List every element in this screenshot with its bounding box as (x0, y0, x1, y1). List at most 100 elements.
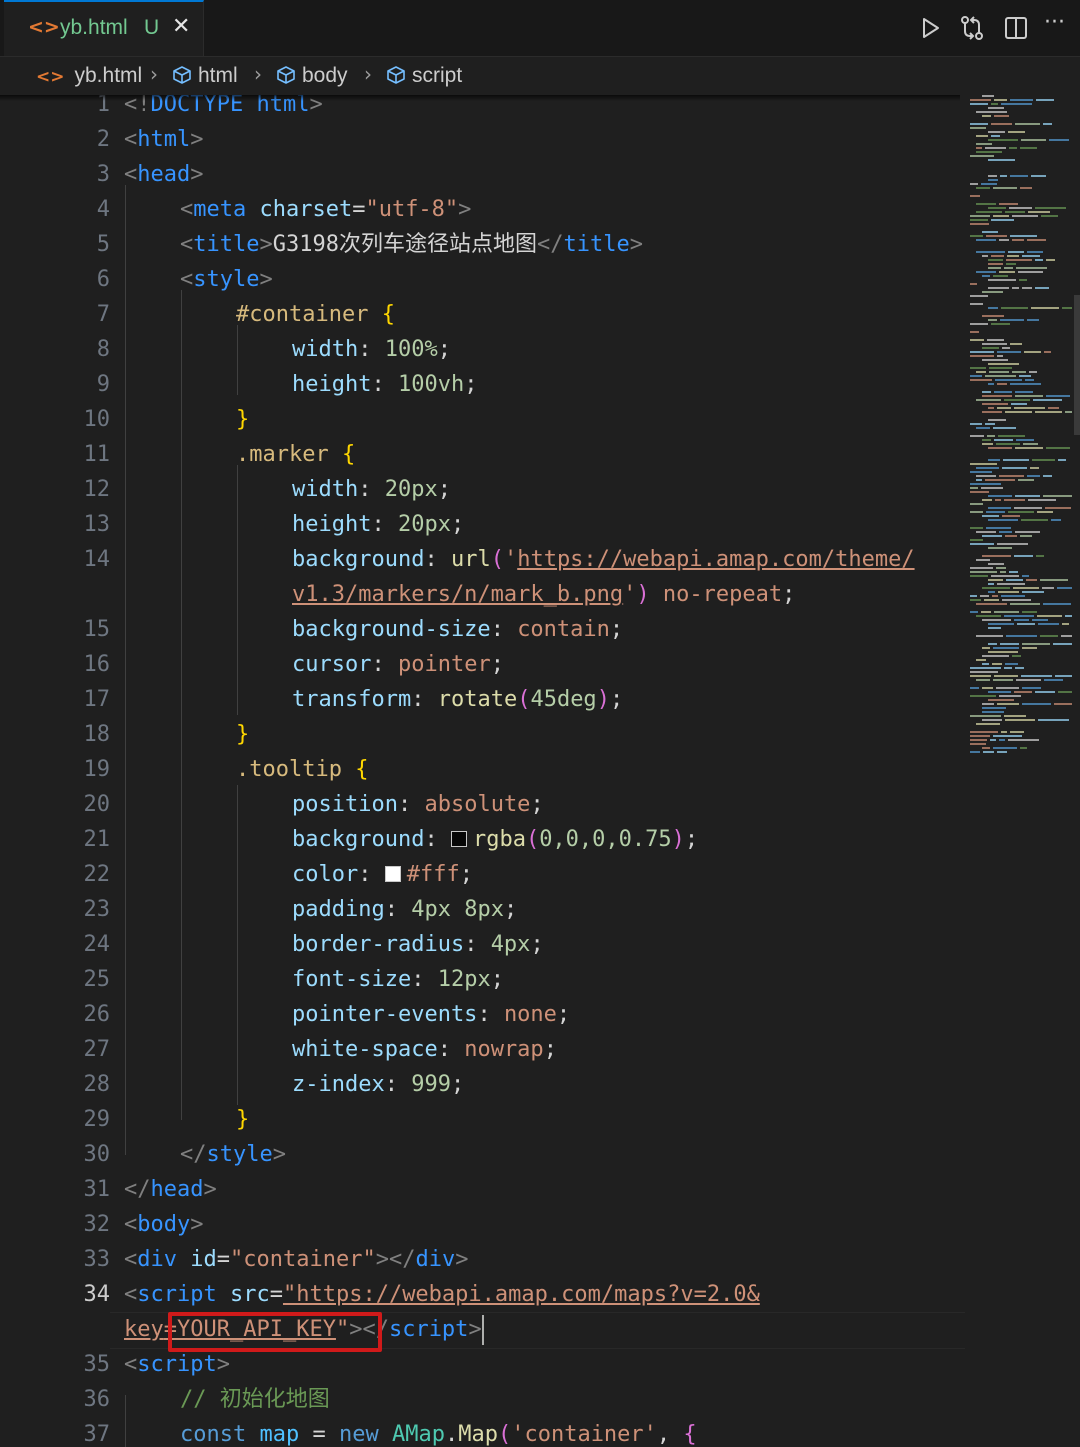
line-number: 22 (83, 862, 111, 887)
code-token: title (193, 232, 260, 257)
minimap-line (988, 279, 1016, 281)
color-swatch-icon[interactable] (450, 831, 467, 847)
minimap[interactable] (964, 95, 1080, 1447)
code-line[interactable]: v1.3/markers/n/mark_b.png') no-repeat; (292, 577, 795, 612)
code-line[interactable]: padding: 4px 8px; (292, 892, 517, 927)
code-line[interactable]: height: 100vh; (292, 367, 477, 402)
minimap-line (1021, 139, 1046, 141)
code-line[interactable]: pointer-events: none; (292, 997, 570, 1032)
breadcrumb-item-html[interactable]: html (172, 64, 238, 88)
code-line[interactable]: height: 20px; (292, 507, 464, 542)
tab-filename[interactable]: yb.html (60, 16, 128, 40)
vertical-scrollbar[interactable] (1074, 95, 1080, 1447)
code-token: > (190, 127, 204, 152)
code-line[interactable]: position: absolute; (292, 787, 544, 822)
code-line[interactable]: transform: rotate(45deg); (292, 682, 623, 717)
minimap-line (1004, 267, 1013, 269)
code-line[interactable]: const map = new AMap.Map('container', { (180, 1417, 697, 1447)
minimap-line (970, 303, 983, 305)
line-number: 35 (83, 1352, 111, 1377)
code-line[interactable]: </style> (180, 1137, 286, 1172)
code-line[interactable]: <script> (124, 1347, 230, 1382)
minimap-line (1020, 747, 1027, 749)
code-line[interactable]: z-index: 999; (292, 1067, 464, 1102)
compare-changes-icon[interactable] (958, 14, 986, 42)
more-actions-icon[interactable]: ··· (1044, 10, 1072, 38)
minimap-line (1020, 187, 1032, 189)
minimap-line (991, 323, 1010, 325)
code-token: > (259, 232, 273, 257)
code-line[interactable]: #container { (236, 297, 395, 332)
minimap-line (980, 595, 989, 597)
minimap-line (991, 575, 1019, 577)
code-line[interactable]: // 初始化地图 (180, 1382, 330, 1417)
color-swatch-icon[interactable] (384, 866, 401, 882)
code-line[interactable]: } (236, 1102, 249, 1137)
code-token: transform (292, 687, 412, 712)
code-line[interactable]: .marker { (236, 437, 355, 472)
close-icon[interactable]: ✕ (172, 14, 190, 39)
code-line[interactable]: background: url('https://webapi.amap.com… (292, 542, 915, 577)
code-line[interactable]: <script src="https://webapi.amap.com/map… (124, 1277, 760, 1312)
breadcrumb-item-body[interactable]: body (276, 64, 348, 88)
code-line[interactable]: } (236, 717, 249, 752)
code-line[interactable]: </head> (124, 1172, 217, 1207)
code-token: > (259, 267, 273, 292)
minimap-line (982, 115, 991, 117)
scrollbar-thumb[interactable] (1074, 295, 1080, 435)
code-line[interactable]: width: 20px; (292, 472, 451, 507)
code-line[interactable]: color: #fff; (292, 857, 473, 892)
code-token: src (229, 1282, 270, 1307)
code-token: charset (259, 197, 353, 222)
minimap-line (1019, 375, 1031, 377)
code-line[interactable]: font-size: 12px; (292, 962, 504, 997)
split-editor-icon[interactable] (1002, 14, 1030, 42)
code-line[interactable]: border-radius: 4px; (292, 927, 544, 962)
minimap-line (992, 595, 998, 597)
code-line[interactable]: background: rgba(0,0,0,0.75); (292, 822, 698, 857)
code-token: font-size (292, 967, 412, 992)
code-token: meta (193, 197, 247, 222)
tab-yb-html[interactable]: <> yb.html U ✕ (4, 0, 204, 56)
code-line[interactable]: cursor: pointer; (292, 647, 504, 682)
code-line[interactable]: <style> (180, 262, 273, 297)
code-token: width (292, 477, 359, 502)
minimap-line (1041, 215, 1058, 217)
code-line[interactable]: } (236, 402, 249, 437)
code-line[interactable]: <body> (124, 1207, 203, 1242)
code-line[interactable]: <html> (124, 122, 203, 157)
minimap-line (1061, 635, 1072, 637)
minimap-line (1043, 495, 1072, 497)
minimap-line (988, 319, 997, 321)
code-line[interactable]: width: 100%; (292, 332, 451, 367)
minimap-line (994, 611, 1019, 613)
code-line[interactable]: white-space: nowrap; (292, 1032, 557, 1067)
element-icon (173, 66, 191, 84)
line-number: 4 (96, 197, 110, 222)
minimap-line (1027, 239, 1046, 241)
code-line[interactable]: .tooltip { (236, 752, 368, 787)
code-token: < (124, 162, 138, 187)
code-line[interactable]: background-size: contain; (292, 612, 623, 647)
minimap-line (988, 627, 1001, 629)
minimap-line (982, 707, 1006, 709)
minimap-line (991, 103, 998, 105)
run-icon[interactable] (916, 14, 944, 42)
code-line[interactable]: <div id="container"></div> (124, 1242, 468, 1277)
breadcrumb-item-script[interactable]: script (386, 64, 462, 88)
minimap-line (1065, 411, 1072, 413)
minimap-line (982, 499, 992, 501)
code-token: ) (636, 582, 650, 607)
code-token: > (458, 197, 472, 222)
code-line[interactable]: <head> (124, 157, 203, 192)
code-line[interactable]: <title>G3198次列车途径站点地图</title> (180, 227, 643, 262)
minimap-line (993, 747, 1017, 749)
code-line[interactable]: <meta charset="utf-8"> (180, 192, 471, 227)
breadcrumb-item-file[interactable]: <> yb.html (36, 64, 142, 88)
minimap-line (1006, 579, 1023, 581)
indent-guide (125, 185, 126, 1155)
minimap-line (970, 751, 980, 753)
code-editor[interactable]: 1 2 3 4 5 6 7 8 9 10 11 12 13 14 15 16 17 18 19 20 21 22 23 24 2… (0, 95, 1080, 1447)
code-token: white-space (292, 1037, 438, 1062)
